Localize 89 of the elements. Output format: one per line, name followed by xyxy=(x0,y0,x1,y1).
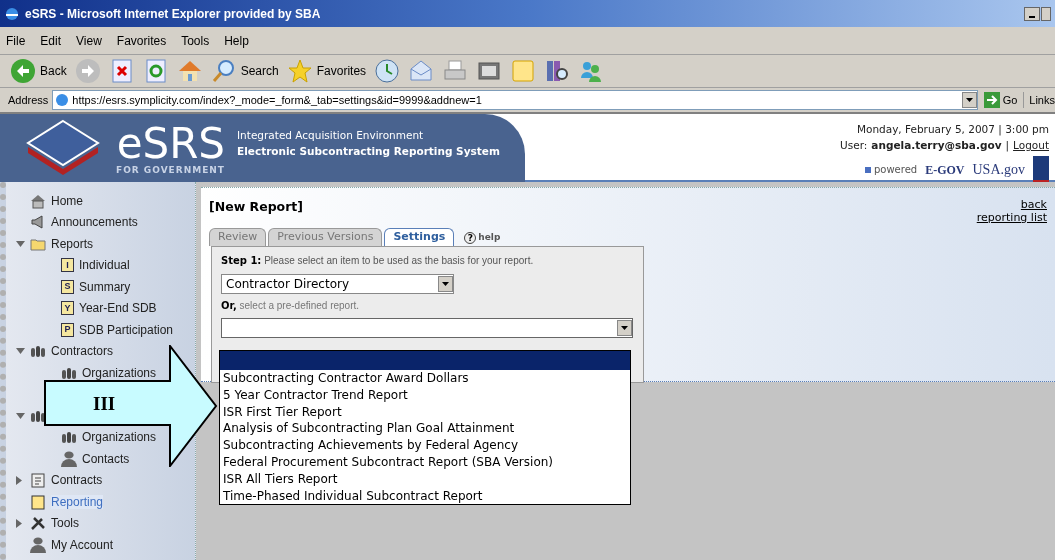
logo-text: eSRS xyxy=(116,121,225,166)
window-title: eSRS - Microsoft Internet Explorer provided by SBA xyxy=(25,5,321,23)
document-icon: P xyxy=(61,322,74,337)
toolbar-button[interactable]: Favorites xyxy=(286,58,367,84)
toolbar-button[interactable]: Search xyxy=(210,58,279,84)
nav-link[interactable]: back xyxy=(1020,198,1047,211)
minimize-icon[interactable] xyxy=(1024,6,1040,21)
tools-icon xyxy=(30,515,46,532)
expanded-caret-icon[interactable] xyxy=(16,240,25,247)
help-link[interactable]: help xyxy=(478,230,501,244)
logo-subtitle: FOR GOVERNMENT xyxy=(116,165,225,175)
people-icon xyxy=(61,429,77,446)
separator: | xyxy=(1005,137,1010,154)
tab[interactable]: Settings xyxy=(384,228,455,246)
document-icon: S xyxy=(61,279,74,294)
sidebar-item[interactable]: Organizations xyxy=(82,430,157,445)
callout-label: III xyxy=(93,392,116,416)
logout-link[interactable]: Logout xyxy=(1013,137,1049,154)
sidebar-item[interactable]: Year-End SDB xyxy=(79,301,157,316)
sidebar-item[interactable]: My Account xyxy=(51,537,114,552)
address-field[interactable]: https://esrs.symplicity.com/index?_mode=_form&_tab=settings&id=9999&addnew=1 xyxy=(52,90,978,110)
nav-link[interactable]: reporting list xyxy=(976,211,1047,224)
dropdown-option[interactable]: Subcontracting Contractor Award Dollars xyxy=(220,370,630,387)
collapsed-caret-icon[interactable] xyxy=(16,475,25,485)
page-title: [New Report] xyxy=(209,198,304,216)
sidebar-item[interactable]: Summary xyxy=(79,279,131,294)
toolbar-button[interactable]: Back xyxy=(10,58,67,84)
sidebar-item[interactable]: Tools xyxy=(51,516,79,531)
sidebar-item[interactable]: Contractors xyxy=(51,344,114,359)
menu-item[interactable]: Edit xyxy=(40,31,62,50)
user-label: User: xyxy=(840,137,868,153)
expanded-caret-icon[interactable] xyxy=(16,348,25,355)
go-button[interactable]: Go xyxy=(981,91,1020,109)
help-icon[interactable]: ? xyxy=(464,232,477,244)
sidebar-item[interactable]: Contacts xyxy=(82,451,130,466)
powered-label: powered xyxy=(864,162,918,177)
banner-subtitle: Integrated Acquisition Environment xyxy=(237,128,425,144)
usagov-logo: USA.gov xyxy=(972,161,1025,179)
document-icon: Y xyxy=(61,301,74,316)
menu-item[interactable]: View xyxy=(76,31,102,50)
restore-icon[interactable] xyxy=(1041,6,1051,21)
sidebar-item[interactable]: SDB Participation xyxy=(79,322,174,337)
menu-item[interactable]: File xyxy=(6,31,26,50)
user-email: angela.terry@sba.gov xyxy=(871,137,1002,153)
clipboard-icon xyxy=(30,472,46,489)
expanded-caret-icon[interactable] xyxy=(16,412,25,419)
menu-item[interactable]: Favorites xyxy=(116,31,167,50)
menu-item[interactable]: Tools xyxy=(181,31,210,50)
dropdown-option[interactable]: Analysis of Subcontracting Plan Goal Attainment xyxy=(220,420,630,438)
basis-select[interactable]: Contractor Directory xyxy=(221,274,454,294)
page-icon xyxy=(55,93,70,107)
megaphone-icon xyxy=(30,214,46,231)
people-icon xyxy=(30,343,46,360)
banner-title: Electronic Subcontracting Reporting System xyxy=(237,144,500,159)
dropdown-option[interactable]: Time-Phased Individual Subcontract Report xyxy=(220,487,630,505)
sidebar-item[interactable]: Reports xyxy=(51,236,94,251)
dropdown-option[interactable]: ISR All Tiers Report xyxy=(220,470,630,488)
dropdown-option[interactable]: 5 Year Contractor Trend Report xyxy=(220,386,630,404)
browser-icon xyxy=(4,5,20,22)
sidebar-item[interactable]: Organizations xyxy=(82,365,157,380)
egov-logo: E-GOV xyxy=(925,161,965,179)
notepad-icon xyxy=(30,493,46,510)
menu-item[interactable]: Help xyxy=(224,31,249,50)
house-icon xyxy=(30,192,46,209)
report-select[interactable] xyxy=(221,318,633,338)
address-label: Address xyxy=(8,92,49,108)
person-icon xyxy=(61,450,77,467)
sidebar-item[interactable]: Announcements xyxy=(51,215,138,230)
step-label: Step 1: xyxy=(221,255,262,266)
research-icon[interactable] xyxy=(544,58,571,84)
star-icon[interactable] xyxy=(286,58,313,84)
dropdown-option[interactable]: Federal Procurement Subcontract Report (SBA Version) xyxy=(220,454,630,471)
sidebar-item[interactable]: Contracts xyxy=(51,473,103,488)
sidebar-item[interactable]: Individual xyxy=(79,258,130,273)
dropdown-option[interactable]: ISR First Tier Report xyxy=(220,403,630,421)
person-icon xyxy=(30,536,46,553)
dropdown-option[interactable]: Subcontracting Achievements by Federal Agency xyxy=(220,437,630,454)
history-icon[interactable] xyxy=(374,58,401,84)
or-label: Or, xyxy=(221,300,237,311)
document-icon: I xyxy=(61,258,74,273)
links-label[interactable]: Links xyxy=(1023,91,1055,109)
search-icon[interactable] xyxy=(210,58,237,84)
sidebar-item[interactable]: Home xyxy=(51,193,83,208)
seal-icon xyxy=(1033,155,1049,184)
date-time: Monday, February 5, 2007 | 3:00 pm xyxy=(856,122,1049,138)
or-instructions: select a pre-defined report. xyxy=(239,300,360,311)
sidebar-item[interactable]: Reporting xyxy=(51,494,104,509)
step-instructions: Please select an item to be used as the basis for your report. xyxy=(264,255,534,266)
collapsed-caret-icon[interactable] xyxy=(16,518,25,528)
